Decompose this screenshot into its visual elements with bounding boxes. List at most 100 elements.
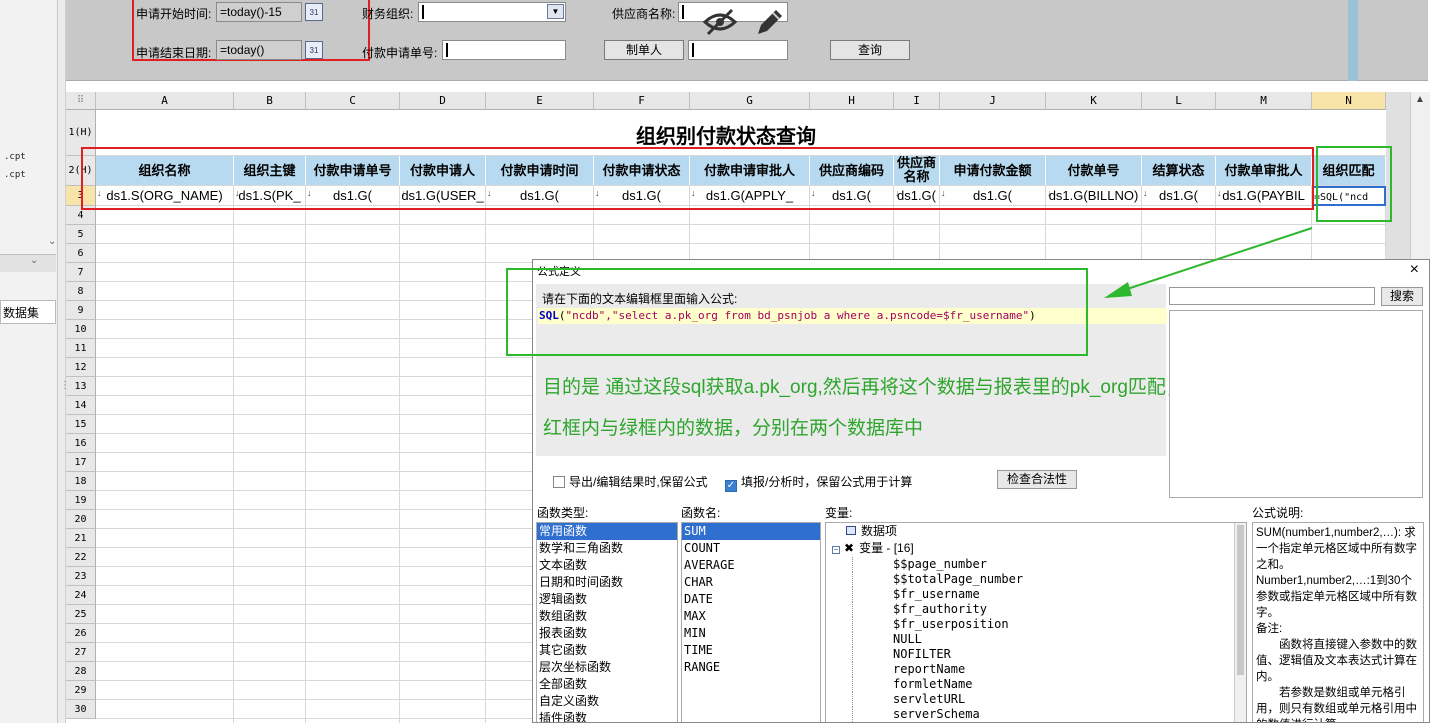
- column-header-n[interactable]: N: [1312, 92, 1386, 110]
- column-header-g[interactable]: G: [690, 92, 810, 110]
- row-header[interactable]: 27: [66, 643, 96, 662]
- keep-formula-export-checkbox[interactable]: 导出/编辑结果时,保留公式: [553, 473, 708, 490]
- column-header-k[interactable]: K: [1046, 92, 1142, 110]
- payno-input[interactable]: [442, 40, 566, 60]
- row-header[interactable]: 5: [66, 225, 96, 244]
- row-header[interactable]: 16: [66, 434, 96, 453]
- row-header[interactable]: 13: [66, 377, 96, 396]
- tree-scrollbar[interactable]: [1234, 523, 1246, 722]
- column-header-a[interactable]: A: [96, 92, 234, 110]
- column-header-j[interactable]: J: [940, 92, 1046, 110]
- row-header[interactable]: 9: [66, 301, 96, 320]
- function-name-item[interactable]: MAX: [682, 608, 820, 625]
- row-header[interactable]: 23: [66, 567, 96, 586]
- function-type-item[interactable]: 常用函数: [537, 523, 677, 540]
- start-time-input[interactable]: =today()-15: [216, 2, 302, 22]
- row-header[interactable]: 12: [66, 358, 96, 377]
- row-header[interactable]: 29: [66, 681, 96, 700]
- column-header-l[interactable]: L: [1142, 92, 1216, 110]
- tree-root[interactable]: 数据项: [826, 523, 1246, 540]
- function-name-item[interactable]: MIN: [682, 625, 820, 642]
- function-name-item[interactable]: SUM: [682, 523, 820, 540]
- row-header[interactable]: 25: [66, 605, 96, 624]
- vertical-scrollbar[interactable]: ▲: [1410, 92, 1430, 262]
- variable-item[interactable]: $fr_username: [852, 587, 1246, 602]
- function-name-item[interactable]: DATE: [682, 591, 820, 608]
- org-combobox[interactable]: [418, 2, 566, 22]
- chevron-down-icon[interactable]: ⌄: [48, 236, 56, 247]
- variable-item[interactable]: serverSchema: [852, 707, 1246, 722]
- checkbox-checked[interactable]: ✓: [725, 480, 737, 492]
- variable-item[interactable]: servletURL: [852, 692, 1246, 707]
- variable-item[interactable]: reportName: [852, 662, 1246, 677]
- end-time-input[interactable]: =today(): [216, 40, 302, 60]
- row-header[interactable]: 6: [66, 244, 96, 263]
- variable-item[interactable]: $$page_number: [852, 557, 1246, 572]
- dropdown-arrow-icon[interactable]: ▼: [547, 4, 564, 19]
- check-validity-button[interactable]: 检查合法性: [997, 470, 1077, 489]
- row-header[interactable]: 30: [66, 700, 96, 719]
- row-header[interactable]: 18: [66, 472, 96, 491]
- row-header[interactable]: 19: [66, 491, 96, 510]
- function-name-item[interactable]: RANGE: [682, 659, 820, 676]
- column-header-f[interactable]: F: [594, 92, 690, 110]
- function-name-item[interactable]: TIME: [682, 642, 820, 659]
- column-header-d[interactable]: D: [400, 92, 486, 110]
- row-header[interactable]: 17: [66, 453, 96, 472]
- function-name-item[interactable]: COUNT: [682, 540, 820, 557]
- function-type-item[interactable]: 全部函数: [537, 676, 677, 693]
- function-type-item[interactable]: 逻辑函数: [537, 591, 677, 608]
- row-header[interactable]: 7: [66, 263, 96, 282]
- sheet-corner[interactable]: ⠿: [66, 92, 96, 110]
- column-header-c[interactable]: C: [306, 92, 400, 110]
- row-header[interactable]: 28: [66, 662, 96, 681]
- variable-item[interactable]: formletName: [852, 677, 1246, 692]
- row-header[interactable]: 11: [66, 339, 96, 358]
- eye-off-icon[interactable]: [702, 8, 738, 36]
- function-type-item[interactable]: 数学和三角函数: [537, 540, 677, 557]
- function-type-item[interactable]: 日期和时间函数: [537, 574, 677, 591]
- collapse-icon[interactable]: −: [832, 546, 840, 554]
- variable-item[interactable]: $fr_userposition: [852, 617, 1246, 632]
- function-type-item[interactable]: 报表函数: [537, 625, 677, 642]
- column-header-m[interactable]: M: [1216, 92, 1312, 110]
- column-header-e[interactable]: E: [486, 92, 594, 110]
- calendar-icon[interactable]: 31: [305, 3, 323, 21]
- function-name-list[interactable]: SUM COUNT AVERAGE CHAR DATE MAX MIN TIME RANGE: [681, 522, 821, 722]
- column-header-b[interactable]: B: [234, 92, 306, 110]
- row-header[interactable]: 21: [66, 529, 96, 548]
- column-header-i[interactable]: I: [894, 92, 940, 110]
- search-results-list[interactable]: [1169, 310, 1423, 498]
- row-header[interactable]: 24: [66, 586, 96, 605]
- function-type-item[interactable]: 插件函数: [537, 710, 677, 722]
- variable-item[interactable]: $$totalPage_number: [852, 572, 1246, 587]
- column-header-h[interactable]: H: [810, 92, 894, 110]
- row-header[interactable]: 26: [66, 624, 96, 643]
- variable-item[interactable]: $fr_authority: [852, 602, 1246, 617]
- row-header[interactable]: 10: [66, 320, 96, 339]
- function-type-item[interactable]: 数组函数: [537, 608, 677, 625]
- keep-formula-fill-checkbox[interactable]: ✓ 填报/分析时，保留公式用于计算: [725, 473, 912, 492]
- row-header[interactable]: 14: [66, 396, 96, 415]
- scroll-up-icon[interactable]: ▲: [1415, 94, 1425, 105]
- row-header[interactable]: 20: [66, 510, 96, 529]
- function-type-item[interactable]: 自定义函数: [537, 693, 677, 710]
- file-item[interactable]: .cpt: [4, 170, 26, 180]
- row-header[interactable]: 22: [66, 548, 96, 567]
- close-icon[interactable]: ×: [1410, 261, 1419, 279]
- file-item[interactable]: .cpt: [4, 152, 26, 162]
- calendar-icon[interactable]: 31: [305, 41, 323, 59]
- checkbox-unchecked[interactable]: [553, 476, 565, 488]
- dataset-tab[interactable]: 数据集: [0, 300, 56, 324]
- variable-tree[interactable]: 数据项 − ✖ 变量 - [16] $$page_number $$totalPage…: [825, 522, 1247, 722]
- search-button[interactable]: 搜索: [1381, 287, 1423, 306]
- function-type-list[interactable]: 常用函数 数学和三角函数 文本函数 日期和时间函数 逻辑函数 数组函数 报表函数 其它函数 层次…: [536, 522, 678, 722]
- function-name-item[interactable]: CHAR: [682, 574, 820, 591]
- panel-splitter[interactable]: ⋮: [58, 0, 70, 723]
- pencil-icon[interactable]: [754, 6, 786, 38]
- query-button[interactable]: 查询: [830, 40, 910, 60]
- function-type-item[interactable]: 层次坐标函数: [537, 659, 677, 676]
- variable-item[interactable]: NOFILTER: [852, 647, 1246, 662]
- creator-input[interactable]: [688, 40, 788, 60]
- variable-item[interactable]: NULL: [852, 632, 1246, 647]
